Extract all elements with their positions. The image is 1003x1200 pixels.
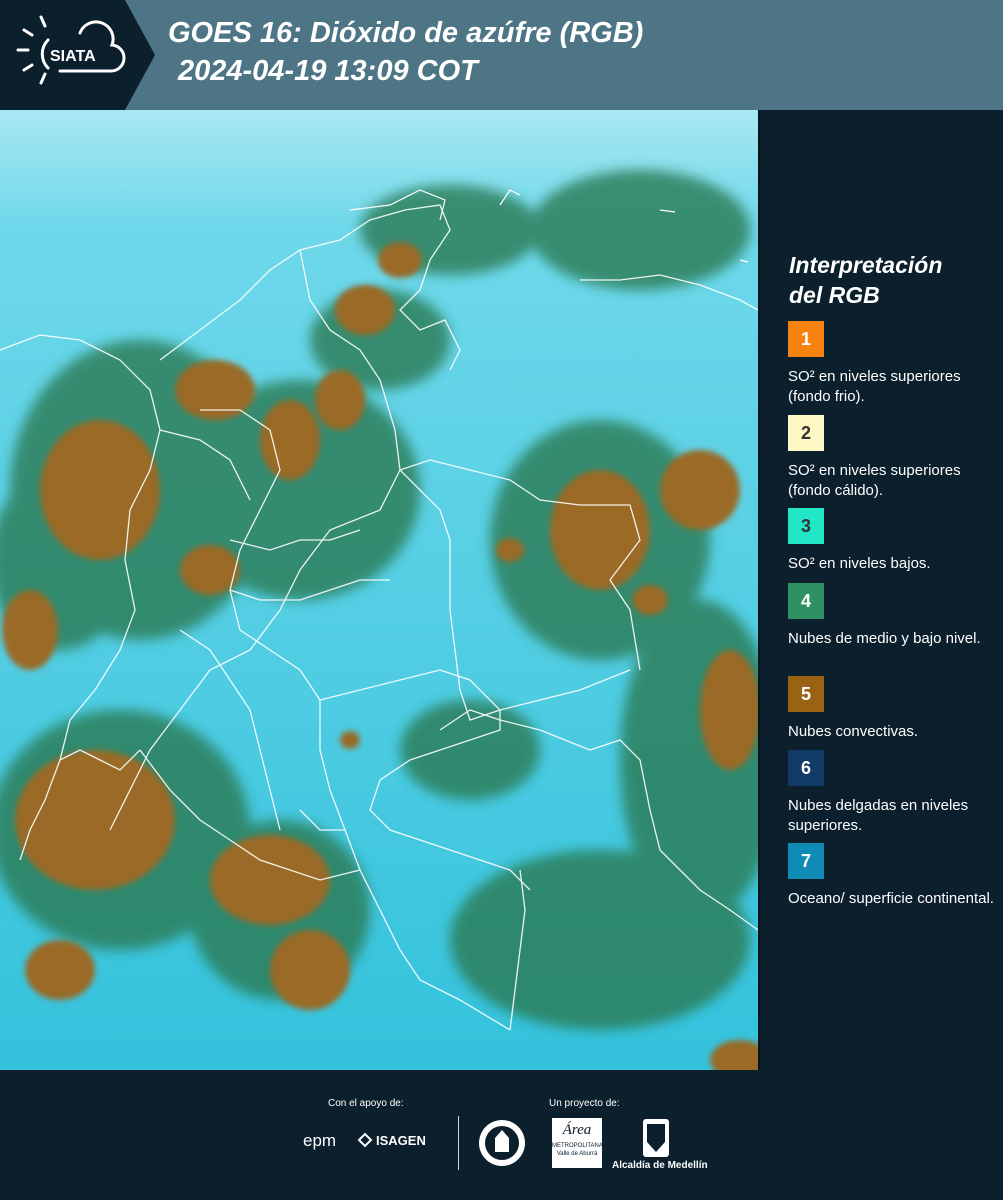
project-label: Un proyecto de: — [549, 1098, 620, 1109]
page-title: GOES 16: Dióxido de azúfre (RGB) 2024-04… — [168, 14, 643, 90]
satellite-image — [0, 110, 758, 1070]
legend-swatch-1: 1 — [788, 321, 824, 357]
legend-label-3: SO² en niveles bajos. — [788, 555, 931, 572]
title-product: GOES 16: Dióxido de azúfre (RGB) — [168, 17, 644, 49]
legend-swatch-6: 6 — [788, 750, 824, 786]
legend-item-2: 2 SO² en niveles superiores (fondo cálid… — [788, 415, 998, 501]
siata-logo-text: SIATA — [50, 48, 96, 65]
legend-item-4: 4 Nubes de medio y bajo nivel. — [788, 583, 998, 649]
legend-label-4: Nubes de medio y bajo nivel. — [788, 630, 981, 647]
legend-item-7: 7 Oceano/ superficie continental. — [788, 843, 998, 909]
legend-label-2: SO² en niveles superiores (fondo cálido)… — [788, 462, 961, 499]
legend-swatch-7: 7 — [788, 843, 824, 879]
legend-item-6: 6 Nubes delgadas en niveles superiores. — [788, 750, 998, 836]
satellite-map — [0, 110, 760, 1070]
footer-divider — [458, 1116, 459, 1170]
footer: Con el apoyo de: Un proyecto de: epm ISA… — [0, 1070, 1003, 1200]
legend-item-1: 1 SO² en niveles superiores (fondo frio)… — [788, 321, 998, 407]
header-bar: SIATA GOES 16: Dióxido de azúfre (RGB) 2… — [0, 0, 1003, 110]
legend-label-1: SO² en niveles superiores (fondo frio). — [788, 368, 961, 405]
support-label: Con el apoyo de: — [328, 1098, 404, 1109]
legend-panel: Interpretación del RGB 1 SO² en niveles … — [760, 110, 1003, 1070]
legend-title: Interpretación del RGB — [789, 252, 943, 308]
title-timestamp: 2024-04-19 13:09 COT — [178, 55, 478, 87]
legend-swatch-3: 3 — [788, 508, 824, 544]
legend-label-7: Oceano/ superficie continental. — [788, 890, 994, 907]
isagen-logo: ISAGEN — [357, 1132, 426, 1148]
alcaldia-shield-icon — [643, 1119, 669, 1157]
legend-swatch-4: 4 — [788, 583, 824, 619]
siata-logo: SIATA — [0, 0, 155, 110]
legend-item-3: 3 SO² en niveles bajos. — [788, 508, 998, 574]
legend-label-5: Nubes convectivas. — [788, 723, 919, 740]
epm-logo: epm — [303, 1131, 337, 1150]
isagen-logo-text: ISAGEN — [376, 1132, 426, 1148]
isagen-icon — [357, 1132, 373, 1148]
area-metropolitana-logo: Área METROPOLITANA Valle de Aburrá — [552, 1118, 603, 1168]
legend-item-5: 5 Nubes convectivas. — [788, 676, 998, 742]
legend-label-6: Nubes delgadas en niveles superiores. — [788, 797, 969, 834]
legend-swatch-5: 5 — [788, 676, 824, 712]
medellin-seal-logo — [479, 1120, 525, 1166]
alcaldia-logo-text: Alcaldía de Medellín — [612, 1160, 708, 1171]
legend-swatch-2: 2 — [788, 415, 824, 451]
